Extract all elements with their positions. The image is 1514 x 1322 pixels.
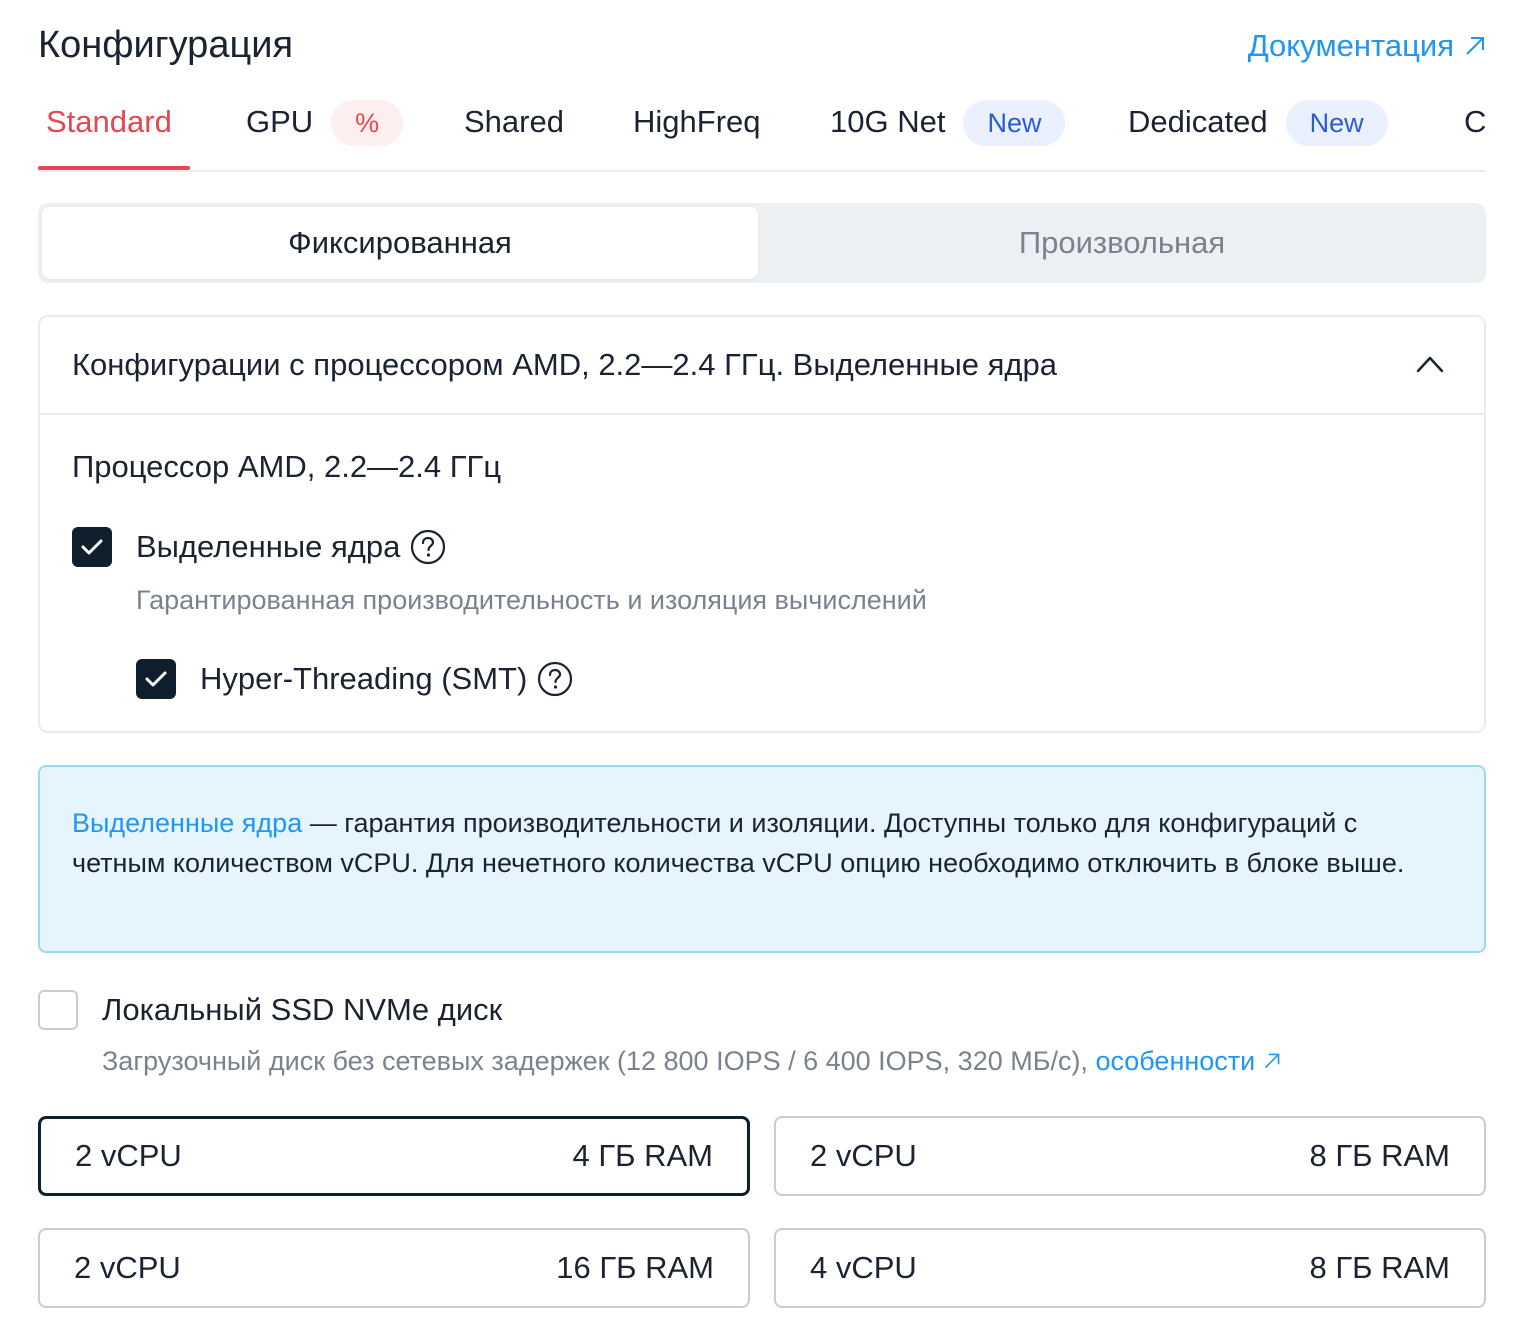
dedicated-cores-link[interactable]: Выделенные ядра — [72, 808, 302, 838]
help-icon[interactable] — [537, 661, 573, 697]
check-icon — [81, 539, 103, 555]
dedicated-cores-option[interactable]: Выделенные ядра — [72, 527, 446, 567]
tab-label: Dedicated — [1128, 104, 1268, 139]
config-card[interactable]: 4 vCPU 8 ГБ RAM — [774, 1228, 1486, 1308]
accordion-header[interactable]: Конфигурации с процессором AMD, 2.2—2.4 … — [40, 317, 1484, 415]
tab-10g-net[interactable]: 10G Net New — [830, 96, 1066, 170]
documentation-link-label: Документация — [1247, 28, 1454, 63]
external-arrow-icon — [1466, 37, 1484, 55]
discount-badge: % — [331, 100, 404, 146]
local-ssd-description-text: Загрузочный диск без сетевых задержек (1… — [102, 1046, 1096, 1076]
chevron-up-icon — [1416, 356, 1444, 373]
mode-fixed-button[interactable]: Фиксированная — [42, 207, 758, 279]
dedicated-cores-checkbox[interactable] — [72, 527, 112, 567]
check-icon — [145, 671, 167, 687]
config-cpu: 2 vCPU — [75, 1138, 182, 1173]
header: Конфигурация Документация — [38, 24, 1486, 74]
config-ram: 4 ГБ RAM — [572, 1138, 713, 1173]
config-cpu: 2 vCPU — [810, 1138, 917, 1173]
info-notice-text: Выделенные ядра — гарантия производитель… — [72, 803, 1432, 883]
config-card[interactable]: 2 vCPU 4 ГБ RAM — [38, 1116, 750, 1196]
mode-custom-button[interactable]: Произвольная — [762, 207, 1482, 279]
accordion-title: Конфигурации с процессором AMD, 2.2—2.4 … — [72, 347, 1057, 382]
tab-highfreq[interactable]: HighFreq — [633, 96, 761, 170]
info-notice: Выделенные ядра — гарантия производитель… — [38, 765, 1486, 953]
dedicated-cores-description: Гарантированная производительность и изо… — [136, 585, 927, 615]
tab-more[interactable]: C — [1464, 96, 1486, 170]
local-ssd-option[interactable]: Локальный SSD NVMe диск — [38, 990, 502, 1030]
tab-label: GPU — [246, 104, 314, 139]
local-ssd-description: Загрузочный диск без сетевых задержек (1… — [102, 1046, 1281, 1077]
hyper-threading-checkbox[interactable] — [136, 659, 176, 699]
tab-label: HighFreq — [633, 104, 761, 139]
page-title: Конфигурация — [38, 24, 294, 66]
tab-bar: Standard GPU % Shared HighFreq 10G Net N… — [38, 96, 1486, 172]
tab-gpu[interactable]: GPU % — [246, 96, 404, 170]
config-card[interactable]: 2 vCPU 16 ГБ RAM — [38, 1228, 750, 1308]
features-link-label: особенности — [1095, 1046, 1256, 1076]
tab-label: 10G Net — [830, 104, 946, 139]
hyper-threading-option[interactable]: Hyper-Threading (SMT) — [136, 659, 573, 699]
tab-standard[interactable]: Standard — [46, 96, 172, 170]
features-link[interactable]: особенности — [1095, 1046, 1280, 1076]
config-ram: 8 ГБ RAM — [1309, 1138, 1450, 1173]
local-ssd-label: Локальный SSD NVMe диск — [102, 992, 503, 1027]
config-card[interactable]: 2 vCPU 8 ГБ RAM — [774, 1116, 1486, 1196]
tab-label: Standard — [46, 104, 172, 139]
help-icon[interactable] — [410, 529, 446, 565]
tab-label: C — [1464, 104, 1486, 139]
tab-shared[interactable]: Shared — [464, 96, 564, 170]
config-ram: 16 ГБ RAM — [556, 1250, 714, 1285]
tab-label: Shared — [464, 104, 564, 139]
new-badge: New — [1285, 100, 1388, 146]
processor-title: Процессор AMD, 2.2—2.4 ГГц — [72, 449, 502, 484]
new-badge: New — [963, 100, 1066, 146]
dedicated-cores-label: Выделенные ядра — [136, 529, 401, 564]
active-tab-indicator — [38, 166, 190, 170]
local-ssd-checkbox[interactable] — [38, 990, 78, 1030]
cpu-config-accordion: Конфигурации с процессором AMD, 2.2—2.4 … — [38, 315, 1486, 733]
config-cpu: 2 vCPU — [74, 1250, 181, 1285]
config-mode-switch: Фиксированная Произвольная — [38, 203, 1486, 283]
external-arrow-icon — [1264, 1053, 1280, 1069]
tab-dedicated[interactable]: Dedicated New — [1128, 96, 1388, 170]
config-ram: 8 ГБ RAM — [1309, 1250, 1450, 1285]
config-cpu: 4 vCPU — [810, 1250, 917, 1285]
documentation-link[interactable]: Документация — [1248, 28, 1486, 64]
hyper-threading-label: Hyper-Threading (SMT) — [200, 661, 528, 696]
